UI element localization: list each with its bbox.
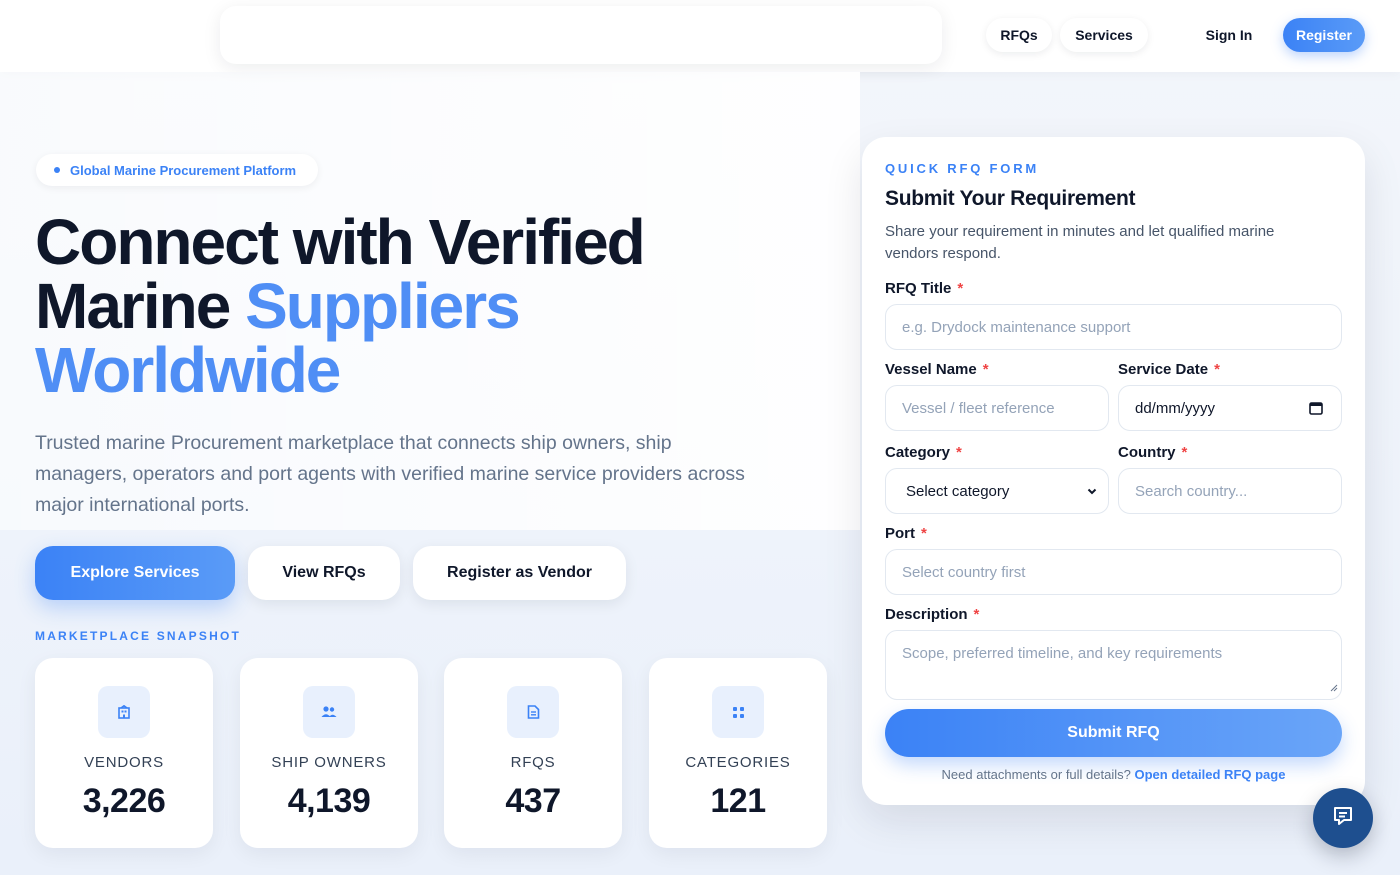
explore-services-button[interactable]: Explore Services: [35, 546, 235, 600]
stat-value: 4,139: [287, 782, 371, 820]
detailed-rfq-link[interactable]: Open detailed RFQ page: [1134, 767, 1285, 782]
form-kicker: QUICK RFQ FORM: [885, 161, 1040, 176]
chat-icon: [1331, 804, 1355, 833]
form-description: Share your requirement in minutes and le…: [885, 223, 1275, 262]
description-label: Description *: [885, 606, 980, 623]
view-rfqs-button[interactable]: View RFQs: [248, 546, 400, 600]
description-placeholder: Scope, preferred timeline, and key requi…: [902, 645, 1223, 662]
document-icon: [507, 686, 559, 738]
hero-title-accent-suppliers: Suppliers: [245, 270, 521, 342]
service-date-label: Service Date *: [1118, 361, 1220, 378]
stat-value: 121: [710, 782, 766, 820]
form-title: Submit Your Requirement: [885, 187, 1136, 210]
form-footer-text: Need attachments or full details?: [941, 767, 1131, 782]
stat-card-rfqs: RFQS 437: [444, 658, 622, 848]
rfq-title-input[interactable]: e.g. Drydock maintenance support: [885, 304, 1342, 350]
register-vendor-button[interactable]: Register as Vendor: [413, 546, 626, 600]
badge-dot-icon: [54, 167, 60, 173]
stat-value: 437: [505, 782, 561, 820]
hero-subtitle: Trusted marine Procurement marketplace t…: [35, 432, 745, 516]
vessel-name-label: Vessel Name *: [885, 361, 989, 378]
header-search-bar[interactable]: [220, 6, 942, 64]
required-mark: *: [957, 280, 964, 297]
required-mark: *: [1214, 361, 1220, 378]
register-button[interactable]: Register: [1283, 18, 1365, 52]
submit-rfq-button[interactable]: Submit RFQ: [885, 709, 1342, 757]
country-label: Country *: [1118, 444, 1188, 461]
port-label: Port *: [885, 525, 927, 542]
required-mark: *: [956, 444, 962, 461]
port-input[interactable]: Select country first: [885, 549, 1342, 595]
hero-title: Connect with Verified Marine Suppliers W…: [35, 210, 835, 402]
nav-link-rfqs[interactable]: RFQs: [986, 18, 1052, 52]
nav-link-services[interactable]: Services: [1060, 18, 1148, 52]
top-navigation: RFQs Services Sign In Register: [0, 0, 1400, 72]
hero-badge-text: Global Marine Procurement Platform: [70, 162, 297, 178]
country-search-input[interactable]: Search country...: [1118, 468, 1342, 514]
rfq-title-label: RFQ Title *: [885, 280, 964, 297]
stat-label: RFQS: [510, 754, 556, 771]
stat-value: 3,226: [82, 782, 166, 820]
form-footer: Need attachments or full details? Open d…: [862, 767, 1365, 782]
vessel-name-input[interactable]: Vessel / fleet reference: [885, 385, 1109, 431]
required-mark: *: [982, 361, 989, 378]
category-label: Category *: [885, 444, 962, 461]
chat-button[interactable]: [1313, 788, 1373, 848]
quick-rfq-form: QUICK RFQ FORM Submit Your Requirement S…: [862, 137, 1365, 805]
hero-badge: Global Marine Procurement Platform: [36, 154, 318, 186]
grid-icon: [712, 686, 764, 738]
hero-title-accent-worldwide: Worldwide: [35, 334, 341, 406]
sign-in-link[interactable]: Sign In: [1196, 18, 1262, 52]
required-mark: *: [921, 525, 927, 542]
building-icon: [98, 686, 150, 738]
users-icon: [303, 686, 355, 738]
stat-card-categories: CATEGORIES 121: [649, 658, 827, 848]
stat-card-vendors: VENDORS 3,226: [35, 658, 213, 848]
stat-label: VENDORS: [84, 754, 164, 771]
description-textarea[interactable]: Scope, preferred timeline, and key requi…: [885, 630, 1342, 700]
service-date-input[interactable]: dd/mm/yyyy: [1118, 385, 1342, 431]
hero-title-line2: Marine: [35, 270, 246, 342]
calendar-icon[interactable]: [1309, 401, 1323, 419]
resize-handle-icon[interactable]: [1330, 679, 1338, 696]
chevron-down-icon: [1086, 484, 1098, 501]
required-mark: *: [1181, 444, 1188, 461]
hero-title-line1: Connect with Verified: [35, 206, 646, 278]
service-date-value: dd/mm/yyyy: [1135, 399, 1216, 417]
snapshot-label: MARKETPLACE SNAPSHOT: [35, 629, 242, 643]
category-select[interactable]: Select category: [885, 468, 1109, 514]
stat-label: CATEGORIES: [685, 754, 791, 771]
stat-label: SHIP OWNERS: [271, 754, 387, 771]
category-select-value: Select category: [906, 482, 1010, 500]
required-mark: *: [973, 606, 980, 623]
stat-card-ship-owners: SHIP OWNERS 4,139: [240, 658, 418, 848]
